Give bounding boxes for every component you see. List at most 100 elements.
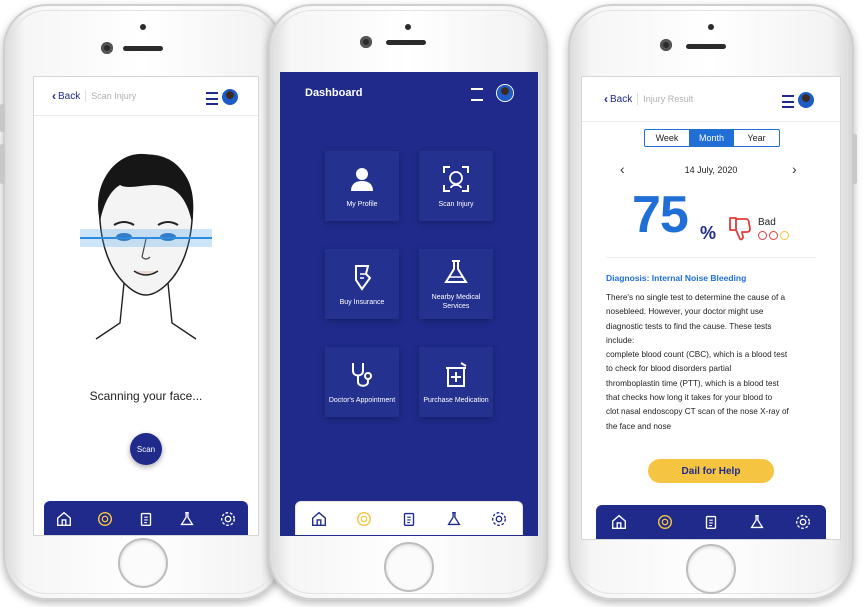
back-button[interactable]: ‹ Back (52, 89, 80, 103)
diagnosis-line: complete blood count (CBC), which is a b… (606, 350, 788, 360)
home-button[interactable] (118, 538, 168, 588)
screen: Dashboard My Profile Scan Injury Buy Ins… (280, 72, 538, 536)
menu-icon[interactable] (206, 92, 218, 105)
tile-nearby-medical[interactable]: Nearby Medical Services (419, 249, 493, 319)
sensor-dot (708, 24, 714, 30)
tile-label: My Profile (346, 200, 378, 208)
tile-scan-injury[interactable]: Scan Injury (419, 151, 493, 221)
tile-label: Doctor's Appointment (328, 396, 396, 404)
sensor-dot (405, 24, 411, 30)
score-value: 75 (632, 186, 689, 244)
rating-dot (769, 231, 778, 240)
rating-dots (758, 231, 789, 240)
scan-button[interactable]: Scan (130, 433, 162, 465)
person-icon (351, 167, 373, 191)
app-header: ‹ Back Scan Injury (34, 77, 258, 116)
diagnosis-line: diagnostic tests to find the cause. Thes… (606, 321, 772, 331)
diagnosis-line: that checks how long it takes for your b… (606, 393, 773, 403)
tile-buy-insurance[interactable]: Buy Insurance (325, 249, 399, 319)
scan-icon[interactable] (655, 512, 675, 532)
settings-icon[interactable] (793, 512, 813, 532)
tile-label: Nearby Medical Services (431, 294, 481, 310)
tile-doctors-appointment[interactable]: Doctor's Appointment (325, 347, 399, 417)
bottom-nav (44, 501, 248, 535)
speaker-grill (386, 40, 426, 45)
bottom-nav (596, 505, 826, 539)
avatar[interactable] (497, 85, 513, 101)
flask-icon (444, 260, 468, 283)
thumbs-down-icon (729, 217, 751, 241)
back-label: Back (610, 93, 633, 105)
tile-label: Scan Injury (438, 200, 474, 208)
flask-icon[interactable] (444, 509, 464, 529)
phone-dashboard: Dashboard My Profile Scan Injury Buy Ins… (268, 4, 548, 600)
diagnosis-line: nosebleed. However, your doctor might us… (606, 307, 764, 317)
next-date-button[interactable]: › (792, 161, 797, 177)
section-divider (606, 257, 816, 258)
stethoscope-icon (352, 362, 372, 387)
scan-icon[interactable] (95, 509, 115, 529)
diagnosis-body: There's no single test to determine the … (606, 291, 820, 434)
back-label: Back (58, 90, 81, 102)
home-button[interactable] (686, 544, 736, 594)
home-icon[interactable] (54, 509, 74, 529)
diagnosis-line: thromboplastin time (PTT), which is a bl… (606, 378, 779, 388)
page-title: Dashboard (305, 87, 363, 99)
front-camera (660, 39, 672, 51)
side-button (0, 104, 5, 132)
tab-year[interactable]: Year (734, 130, 779, 146)
rating-label: Bad (758, 217, 776, 228)
breadcrumb: Scan Injury (91, 91, 137, 101)
speaker-grill (686, 44, 726, 49)
sensor-dot (140, 24, 146, 30)
app-header: ‹ Back Injury Result (582, 77, 840, 122)
avatar[interactable] (222, 89, 238, 105)
diagnosis-line: include: (606, 335, 635, 345)
home-icon[interactable] (309, 509, 329, 529)
tab-month[interactable]: Month (689, 130, 734, 146)
medicine-icon (446, 361, 467, 387)
diagnosis-line: There's no single test to determine the … (606, 293, 786, 302)
front-camera (360, 36, 372, 48)
scan-status: Scanning your face... (89, 389, 203, 403)
front-camera (101, 42, 113, 54)
score-unit: % (700, 223, 717, 243)
diagnosis-title: Diagnosis: Internal Noise Bleeding (606, 273, 747, 283)
diagnosis-line: clot nasal endoscopy CT scan of the nose… (606, 407, 789, 417)
clipboard-icon[interactable] (399, 509, 419, 529)
chevron-left-icon: ‹ (604, 92, 608, 106)
tile-label: Purchase Medication (423, 396, 489, 404)
settings-icon[interactable] (218, 509, 238, 529)
tab-week[interactable]: Week (645, 130, 689, 146)
flask-icon[interactable] (177, 509, 197, 529)
insurance-icon (355, 264, 372, 291)
phone-scan-injury: ‹ Back Scan Injury Scanning your face...… (0, 4, 283, 600)
tile-purchase-medication[interactable]: Purchase Medication (419, 347, 493, 417)
divider (85, 90, 87, 102)
menu-icon[interactable] (471, 88, 483, 101)
face-scan-icon (443, 165, 469, 192)
rating-dot (780, 231, 789, 240)
face-scan-illustration (80, 153, 212, 340)
avatar[interactable] (798, 92, 814, 108)
menu-icon[interactable] (782, 95, 794, 108)
back-button[interactable]: ‹ Back (604, 92, 632, 106)
clipboard-icon[interactable] (136, 509, 156, 529)
clipboard-icon[interactable] (701, 512, 721, 532)
rating-dot (758, 231, 767, 240)
flask-icon[interactable] (747, 512, 767, 532)
chevron-left-icon: ‹ (52, 89, 56, 103)
home-button[interactable] (384, 542, 434, 592)
diagnosis-line: the face and nose (606, 421, 672, 431)
settings-icon[interactable] (489, 509, 509, 529)
scan-icon[interactable] (354, 509, 374, 529)
home-icon[interactable] (609, 512, 629, 532)
divider (637, 93, 639, 105)
side-button (0, 144, 5, 184)
tile-my-profile[interactable]: My Profile (325, 151, 399, 221)
screen: ‹ Back Injury Result Week Month Year ‹ 1… (581, 76, 841, 540)
dial-help-button[interactable]: Dail for Help (648, 459, 774, 483)
period-tabs: Week Month Year (644, 129, 780, 147)
bottom-nav (295, 501, 523, 535)
speaker-grill (123, 46, 163, 51)
